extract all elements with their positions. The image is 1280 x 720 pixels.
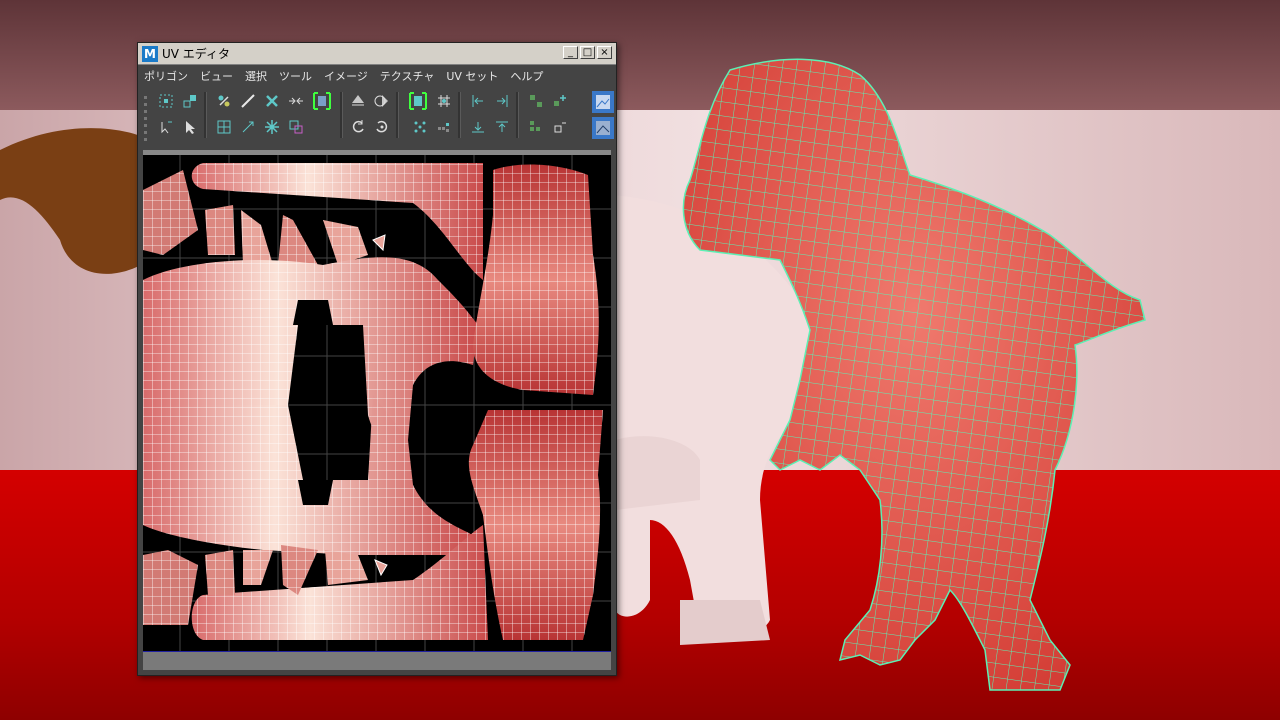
minimize-button[interactable]: _ bbox=[563, 46, 578, 59]
delete-icon[interactable] bbox=[262, 91, 282, 111]
align-bottom-icon[interactable] bbox=[468, 117, 488, 137]
uv-shell-leg-lower bbox=[468, 410, 603, 640]
uv-toolbar bbox=[138, 87, 616, 143]
align-right-icon[interactable] bbox=[492, 91, 512, 111]
menu-tool[interactable]: ツール bbox=[273, 68, 318, 84]
texture-preview-icon[interactable] bbox=[592, 91, 614, 113]
uv-shell-leg-upper bbox=[473, 164, 599, 395]
background-dino-head bbox=[0, 128, 150, 274]
menu-bar: ポリゴン ビュー 選択 ツール イメージ テクスチャ UV セット ヘルプ bbox=[138, 65, 616, 87]
uv-canvas-footer bbox=[143, 651, 611, 670]
menu-polygon[interactable]: ポリゴン bbox=[138, 68, 194, 84]
frame-icon[interactable] bbox=[310, 89, 334, 113]
distribute-icon[interactable] bbox=[410, 117, 430, 137]
window-titlebar[interactable]: M UV エディタ _ □ × bbox=[138, 43, 616, 65]
align-left-icon[interactable] bbox=[468, 91, 488, 111]
select-arrow-icon[interactable] bbox=[180, 117, 200, 137]
uv-shell-body bbox=[143, 257, 478, 555]
menu-view[interactable]: ビュー bbox=[194, 68, 239, 84]
stack-icon[interactable] bbox=[526, 117, 546, 137]
shell-icon[interactable] bbox=[286, 117, 306, 137]
menu-image[interactable]: イメージ bbox=[318, 68, 374, 84]
rotate-cw-icon[interactable] bbox=[372, 117, 392, 137]
move-uv-icon[interactable] bbox=[180, 91, 200, 111]
align-top-icon[interactable] bbox=[492, 117, 512, 137]
toolbar-handle[interactable] bbox=[144, 92, 148, 141]
rotate-ccw-icon[interactable] bbox=[348, 117, 368, 137]
select-cursor-icon[interactable] bbox=[156, 117, 176, 137]
checker-icon[interactable] bbox=[434, 117, 454, 137]
uv-layout bbox=[143, 155, 611, 651]
layout-icon[interactable] bbox=[526, 91, 546, 111]
maximize-button[interactable]: □ bbox=[580, 46, 595, 59]
brush-edit-icon[interactable] bbox=[238, 91, 258, 111]
snap-grid-icon[interactable] bbox=[434, 91, 454, 111]
add-point-icon[interactable] bbox=[550, 91, 570, 111]
frame-selected-icon[interactable] bbox=[406, 89, 430, 113]
close-button[interactable]: × bbox=[597, 46, 612, 59]
menu-select[interactable]: 選択 bbox=[239, 68, 273, 84]
cut-tool-icon[interactable] bbox=[214, 91, 234, 111]
flip-v-icon[interactable] bbox=[372, 91, 392, 111]
maya-logo-icon: M bbox=[142, 45, 158, 62]
grid-select-icon[interactable] bbox=[156, 91, 176, 111]
menu-uv-set[interactable]: UV セット bbox=[440, 68, 504, 84]
snowflake-icon[interactable] bbox=[262, 117, 282, 137]
uv-editor-window[interactable]: M UV エディタ _ □ × ポリゴン ビュー 選択 ツール イメージ テクス… bbox=[137, 42, 617, 676]
image-icon[interactable] bbox=[592, 117, 614, 139]
corner-icon[interactable] bbox=[550, 117, 570, 137]
flip-u-icon[interactable] bbox=[348, 91, 368, 111]
menu-help[interactable]: ヘルプ bbox=[504, 68, 549, 84]
brush-icon[interactable] bbox=[238, 117, 258, 137]
uv-texture-canvas[interactable] bbox=[143, 155, 611, 651]
mirror-icon[interactable] bbox=[286, 91, 306, 111]
window-title: UV エディタ bbox=[162, 47, 230, 61]
grid-edit-icon[interactable] bbox=[214, 117, 234, 137]
menu-texture[interactable]: テクスチャ bbox=[374, 68, 441, 84]
